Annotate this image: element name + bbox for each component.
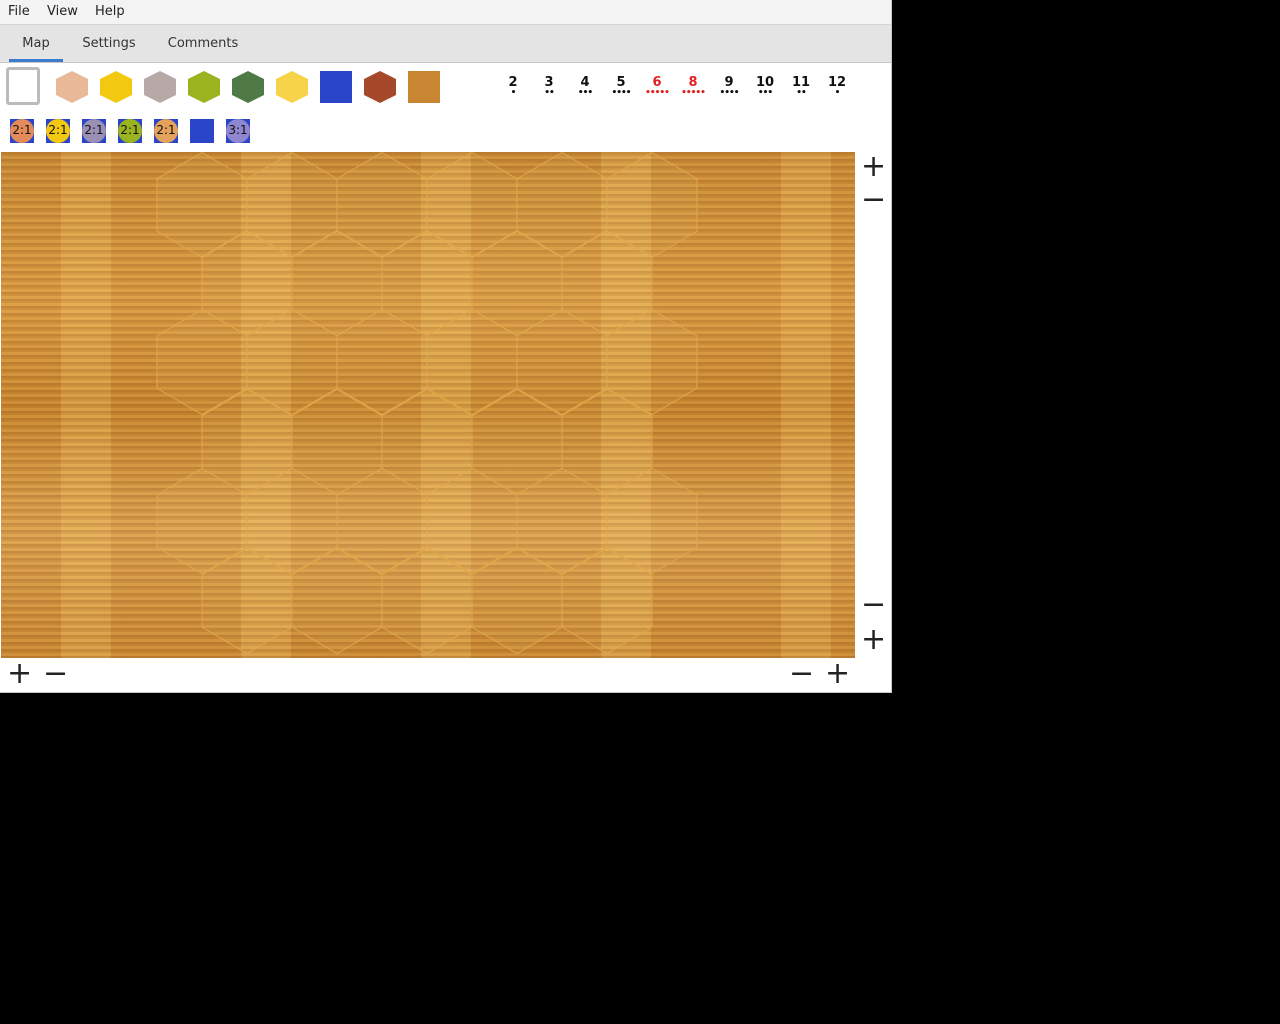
port-tile[interactable]: 2:1 — [118, 119, 142, 143]
menu-file[interactable]: File — [8, 4, 30, 19]
ore-hex[interactable] — [144, 71, 176, 103]
port-ratio-label: 2:1 — [156, 123, 176, 137]
add-row-top-button[interactable]: + — [861, 152, 886, 182]
hex-grid — [156, 152, 698, 655]
port-tile[interactable]: 2:1 — [154, 119, 178, 143]
app-window: File View Help Map Settings Comments + −… — [0, 0, 892, 693]
number-token-4[interactable]: 4 ••• — [571, 75, 599, 98]
water-tile[interactable] — [320, 71, 352, 103]
port-ratio-label: 2:1 — [48, 123, 68, 137]
map-canvas[interactable] — [1, 152, 855, 658]
wheat-hex[interactable] — [100, 71, 132, 103]
probability-dots: ••••• — [645, 88, 670, 98]
remove-column-right-button[interactable]: − — [789, 659, 814, 689]
probability-dots: •••• — [719, 88, 739, 98]
probability-dots: •• — [544, 88, 555, 98]
gold-hex[interactable] — [364, 71, 396, 103]
probability-dots: • — [510, 88, 517, 98]
desert-hex[interactable] — [276, 71, 308, 103]
probability-dots: • — [834, 88, 841, 98]
port-tile[interactable]: 2:1 — [10, 119, 34, 143]
port-ratio-label: 2:1 — [12, 123, 32, 137]
number-token-2[interactable]: 2 • — [499, 75, 527, 98]
empty-tile[interactable] — [6, 67, 40, 105]
tab-map[interactable]: Map — [9, 25, 63, 62]
tab-comments[interactable]: Comments — [162, 25, 244, 62]
port-tile[interactable]: 2:1 — [82, 119, 106, 143]
probability-dots: ••• — [757, 88, 773, 98]
add-column-left-button[interactable]: + — [7, 659, 32, 689]
menu-view[interactable]: View — [47, 4, 78, 19]
probability-dots: ••••• — [681, 88, 706, 98]
probability-dots: •• — [796, 88, 807, 98]
remove-row-bottom-button[interactable]: − — [861, 590, 886, 620]
number-token-6[interactable]: 6 ••••• — [643, 75, 671, 98]
number-token-10[interactable]: 10 ••• — [751, 75, 779, 98]
port-tile[interactable] — [190, 119, 214, 143]
port-tile[interactable]: 2:1 — [46, 119, 70, 143]
number-token-12[interactable]: 12 • — [823, 75, 851, 98]
wood-background-tile[interactable] — [408, 71, 440, 103]
number-token-11[interactable]: 11 •• — [787, 75, 815, 98]
clay-hex[interactable] — [56, 71, 88, 103]
number-token-9[interactable]: 9 •••• — [715, 75, 743, 98]
remove-row-top-button[interactable]: − — [861, 185, 886, 215]
port-tile[interactable]: 3:1 — [226, 119, 250, 143]
number-token-8[interactable]: 8 ••••• — [679, 75, 707, 98]
add-column-right-button[interactable]: + — [825, 659, 850, 689]
sheep-hex[interactable] — [188, 71, 220, 103]
port-ratio-label: 3:1 — [228, 123, 248, 137]
probability-dots: •••• — [611, 88, 631, 98]
forest-hex[interactable] — [232, 71, 264, 103]
port-ratio-label: 2:1 — [84, 123, 104, 137]
tab-bar: Map Settings Comments — [0, 25, 891, 63]
remove-column-left-button[interactable]: − — [43, 659, 68, 689]
menu-bar: File View Help — [0, 0, 891, 25]
number-token-5[interactable]: 5 •••• — [607, 75, 635, 98]
probability-dots: ••• — [577, 88, 593, 98]
add-row-bottom-button[interactable]: + — [861, 625, 886, 655]
tab-settings[interactable]: Settings — [76, 25, 142, 62]
number-token-3[interactable]: 3 •• — [535, 75, 563, 98]
port-ratio-label: 2:1 — [120, 123, 140, 137]
menu-help[interactable]: Help — [95, 4, 125, 19]
